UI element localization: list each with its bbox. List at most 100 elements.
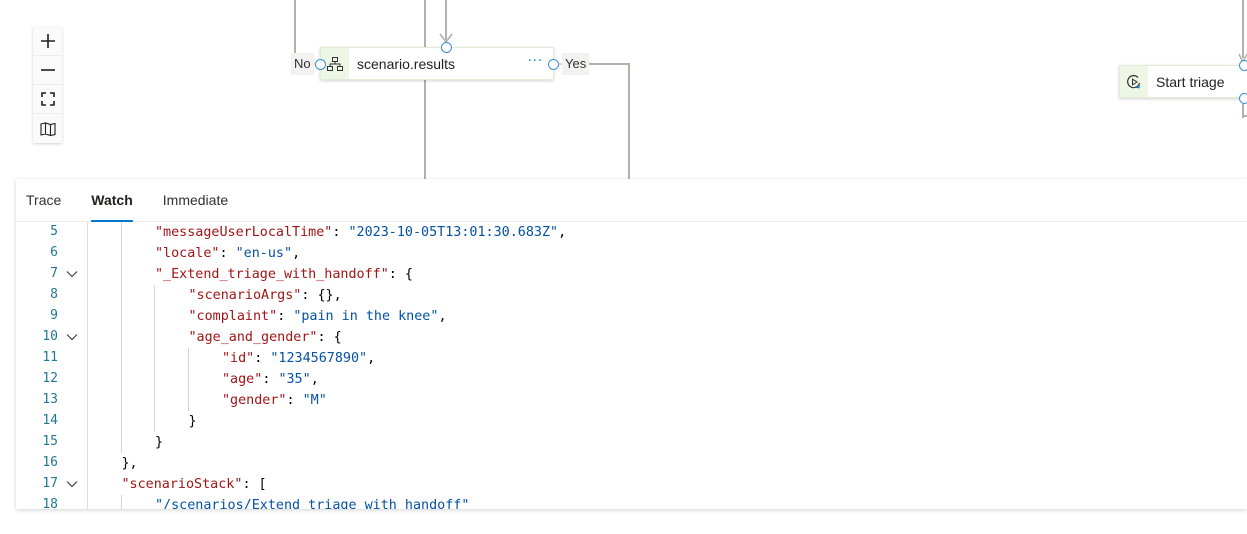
indent-guide <box>154 306 155 327</box>
indent-guide <box>120 348 122 369</box>
watch-json-editor[interactable]: 5 "messageUserLocalTime": "2023-10-05T13:… <box>16 222 1247 509</box>
gutter-separator <box>87 264 88 285</box>
json-key: "age_and_gender" <box>188 330 318 345</box>
plus-icon <box>40 34 55 48</box>
condition-port-right[interactable] <box>548 59 559 70</box>
code-line: 17 "scenarioStack": [ <box>16 474 1247 495</box>
line-number: 8 <box>50 287 58 302</box>
zoom-in-button[interactable] <box>33 27 62 56</box>
fit-to-screen-button[interactable] <box>33 85 62 114</box>
gutter-separator <box>87 285 88 306</box>
line-gutter: 7 <box>16 264 86 285</box>
json-punctuation: : <box>277 309 294 324</box>
code-text: "complaint": "pain in the knee", <box>189 306 447 327</box>
connector-arrowhead <box>439 33 453 44</box>
gutter-separator <box>87 474 88 495</box>
code-text: } <box>155 432 163 453</box>
zoom-controls <box>33 27 62 143</box>
tab-trace[interactable]: Trace <box>26 179 61 221</box>
gutter-separator <box>87 411 88 432</box>
code-line: 11 "id": "1234567890", <box>16 348 1247 369</box>
begin-dialog-icon <box>1127 74 1141 88</box>
line-gutter: 10 <box>16 327 86 348</box>
line-gutter: 9 <box>16 306 86 327</box>
indent-guide <box>154 348 155 369</box>
indent-guide <box>120 264 122 285</box>
indent-guide <box>120 390 122 411</box>
gutter-separator <box>87 369 88 390</box>
line-gutter: 5 <box>16 222 86 243</box>
start-triage-node[interactable]: Start triage <box>1119 65 1247 98</box>
code-line: 12 "age": "35", <box>16 369 1247 390</box>
gutter-separator <box>87 453 88 474</box>
chevron-down-icon[interactable] <box>66 332 78 342</box>
chevron-down-icon[interactable] <box>66 479 78 489</box>
indent-guide <box>120 495 122 509</box>
condition-port-top[interactable] <box>441 42 452 53</box>
json-punctuation: }, <box>121 456 138 471</box>
indent-guide <box>120 222 122 243</box>
gutter-separator <box>87 348 88 369</box>
condition-node[interactable]: scenario.results ··· <box>320 47 554 80</box>
code-text: }, <box>122 453 138 474</box>
line-gutter: 18 <box>16 495 86 509</box>
line-number: 9 <box>50 308 58 323</box>
json-punctuation: : <box>286 393 303 408</box>
json-punctuation: , <box>438 309 447 324</box>
zoom-out-button[interactable] <box>33 56 62 85</box>
line-number: 11 <box>42 350 58 365</box>
code-text: "age": "35", <box>222 369 319 390</box>
json-punctuation: : <box>254 351 271 366</box>
json-string: "en-us" <box>235 246 293 261</box>
tab-watch[interactable]: Watch <box>91 179 134 222</box>
indent-guide <box>120 285 122 306</box>
minimap-button[interactable] <box>33 114 62 143</box>
json-key: "complaint" <box>188 309 278 324</box>
code-text: "id": "1234567890", <box>222 348 375 369</box>
start-port-bottom[interactable] <box>1239 93 1247 104</box>
json-string: "/scenarios/Extend triage with handoff" <box>155 498 470 509</box>
map-icon <box>39 121 56 136</box>
json-punctuation: , <box>558 225 567 240</box>
indent-guide <box>120 243 122 264</box>
code-line: 18 "/scenarios/Extend triage with handoff… <box>16 495 1247 509</box>
json-punctuation: : <box>262 372 279 387</box>
line-number: 16 <box>42 455 58 470</box>
json-punctuation: } <box>188 414 197 429</box>
json-punctuation: , <box>292 246 301 261</box>
line-number: 15 <box>42 434 58 449</box>
gutter-separator <box>87 390 88 411</box>
more-options-icon[interactable]: ··· <box>528 54 543 69</box>
line-number: 13 <box>42 392 58 407</box>
code-line: 5 "messageUserLocalTime": "2023-10-05T13:… <box>16 222 1247 243</box>
indent-guide <box>154 390 155 411</box>
code-line: 15} <box>16 432 1247 453</box>
json-key: "age" <box>222 372 263 387</box>
code-text: "_Extend_triage_with_handoff": { <box>155 264 413 285</box>
indent-guide <box>120 306 122 327</box>
line-gutter: 17 <box>16 474 86 495</box>
line-gutter: 12 <box>16 369 86 390</box>
json-punctuation: : { <box>388 267 413 282</box>
json-key: "scenarioArgs" <box>188 288 302 303</box>
code-line: 14} <box>16 411 1247 432</box>
tab-immediate[interactable]: Immediate <box>163 179 228 221</box>
condition-port-left[interactable] <box>315 59 326 70</box>
code-text: "age_and_gender": { <box>189 327 342 348</box>
indent-guide <box>187 348 189 369</box>
json-key: "gender" <box>222 393 287 408</box>
code-line: 9 "complaint": "pain in the knee", <box>16 306 1247 327</box>
json-key: "scenarioStack" <box>121 477 243 492</box>
json-string: "M" <box>302 393 327 408</box>
gutter-separator <box>87 327 88 348</box>
code-line: 7 "_Extend_triage_with_handoff": { <box>16 264 1247 285</box>
indent-guide <box>120 327 122 348</box>
start-triage-node-title: Start triage <box>1156 73 1225 90</box>
json-string: "35" <box>278 372 311 387</box>
json-string: "1234567890" <box>270 351 368 366</box>
line-gutter: 11 <box>16 348 86 369</box>
code-line: 10 "age_and_gender": { <box>16 327 1247 348</box>
start-port-top[interactable] <box>1239 60 1247 71</box>
chevron-down-icon[interactable] <box>66 269 78 279</box>
json-punctuation: , <box>367 351 376 366</box>
